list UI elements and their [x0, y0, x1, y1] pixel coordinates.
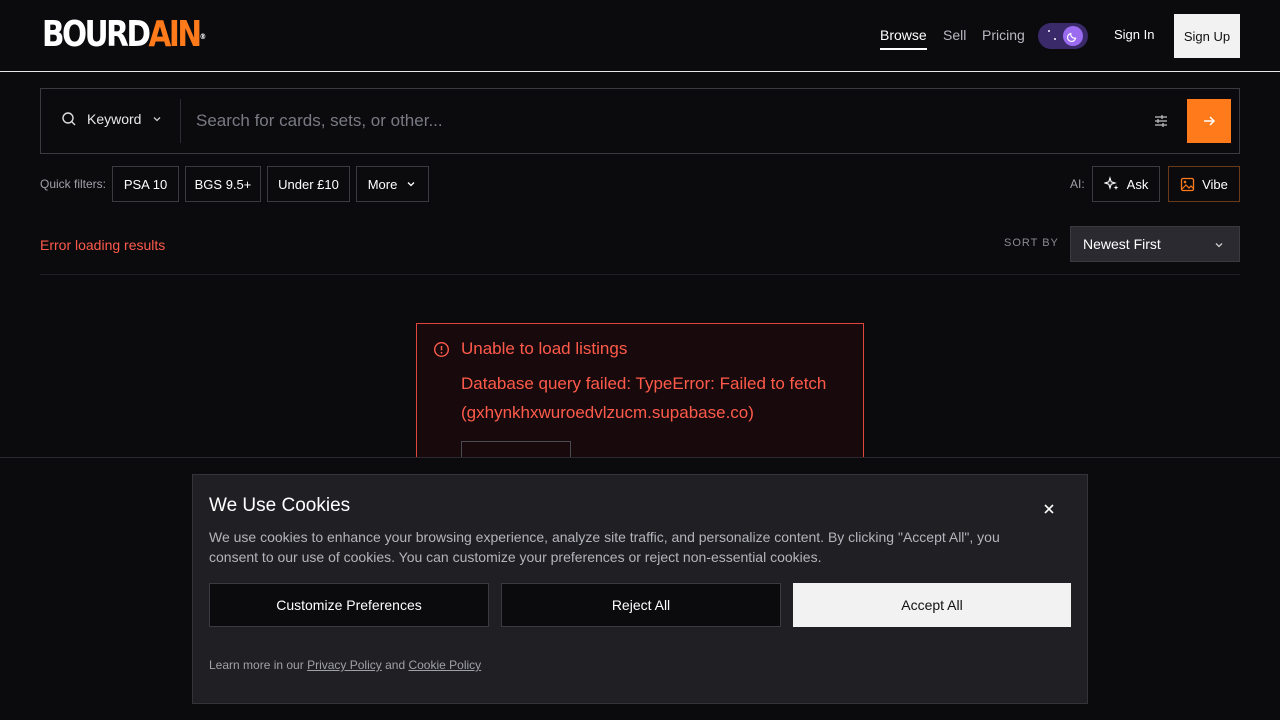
- site-header: BOURDAIN® Browse Sell Pricing Sign In Si…: [0, 0, 1280, 72]
- error-title: Unable to load listings: [461, 339, 628, 358]
- sort-select[interactable]: Newest First: [1070, 226, 1240, 262]
- results-status: Error loading results: [40, 237, 166, 253]
- chevron-down-icon: [407, 182, 415, 187]
- alert-circle-icon: [433, 341, 450, 358]
- nav-pricing[interactable]: Pricing: [982, 26, 1025, 44]
- sign-in-link[interactable]: Sign In: [1114, 27, 1154, 42]
- ai-vibe-label: Vibe: [1202, 176, 1228, 192]
- quick-filters-label: Quick filters:: [40, 177, 107, 191]
- theme-toggle[interactable]: [1038, 23, 1088, 49]
- cookie-footer-prefix: Learn more in our: [209, 658, 304, 672]
- search-divider: [180, 99, 181, 143]
- nav-sell[interactable]: Sell: [943, 26, 966, 44]
- filter-chip-psa10[interactable]: PSA 10: [112, 166, 179, 202]
- cookie-banner: We Use Cookies We use cookies to enhance…: [192, 474, 1088, 704]
- filter-chip-bgs95[interactable]: BGS 9.5+: [185, 166, 261, 202]
- cookie-footer-and: and: [385, 658, 406, 672]
- search-submit-button[interactable]: [1187, 99, 1231, 143]
- ai-ask-button[interactable]: Ask: [1092, 166, 1160, 202]
- sort-label: SORT BY: [1004, 237, 1059, 249]
- error-card: Unable to load listings Database query f…: [416, 323, 864, 463]
- star-icon: [1048, 30, 1050, 32]
- arrow-right-icon: [1204, 116, 1216, 126]
- cookie-body: We use cookies to enhance your browsing …: [209, 529, 1000, 565]
- sign-up-button[interactable]: Sign Up: [1174, 14, 1240, 58]
- nav-browse[interactable]: Browse: [880, 26, 927, 50]
- chevron-down-icon: [1215, 243, 1223, 248]
- logo[interactable]: BOURDAIN®: [42, 15, 206, 55]
- filter-chip-under10[interactable]: Under £10: [267, 166, 350, 202]
- cookie-policy-link[interactable]: Cookie Policy: [408, 658, 481, 672]
- search-mode-dropdown[interactable]: Keyword: [61, 111, 163, 127]
- chevron-down-icon: [154, 117, 161, 122]
- ai-label: AI:: [1070, 177, 1085, 191]
- more-filters-label: More: [367, 176, 398, 192]
- search-bar: Keyword: [40, 88, 1240, 154]
- cookie-title: We Use Cookies: [209, 495, 351, 516]
- moon-icon: [1063, 26, 1083, 46]
- ai-ask-label: Ask: [1126, 176, 1149, 192]
- logo-registered-mark: ®: [199, 32, 207, 41]
- cookie-footer: Learn more in our Privacy Policy and Coo…: [209, 658, 481, 672]
- ai-vibe-button[interactable]: Vibe: [1168, 166, 1240, 202]
- sort-value: Newest First: [1083, 236, 1161, 252]
- search-mode-label: Keyword: [87, 111, 142, 127]
- accept-all-button[interactable]: Accept All: [793, 583, 1071, 627]
- star-icon: [1054, 38, 1056, 40]
- search-icon: [62, 112, 76, 126]
- search-input[interactable]: [191, 103, 1131, 139]
- logo-text-part1: BOURD: [42, 14, 151, 55]
- privacy-policy-link[interactable]: Privacy Policy: [307, 658, 382, 672]
- image-icon: [1180, 177, 1195, 191]
- filter-sliders-icon[interactable]: [1153, 113, 1169, 129]
- error-message: Database query failed: TypeError: Failed…: [461, 374, 827, 422]
- customize-preferences-button[interactable]: Customize Preferences: [209, 583, 489, 627]
- close-icon[interactable]: [1043, 503, 1055, 515]
- results-divider: [40, 274, 1240, 275]
- logo-text-part2: AIN: [148, 14, 203, 55]
- filter-chip-more[interactable]: More: [356, 166, 429, 202]
- sparkles-icon: [1103, 176, 1119, 190]
- reject-all-button[interactable]: Reject All: [501, 583, 781, 627]
